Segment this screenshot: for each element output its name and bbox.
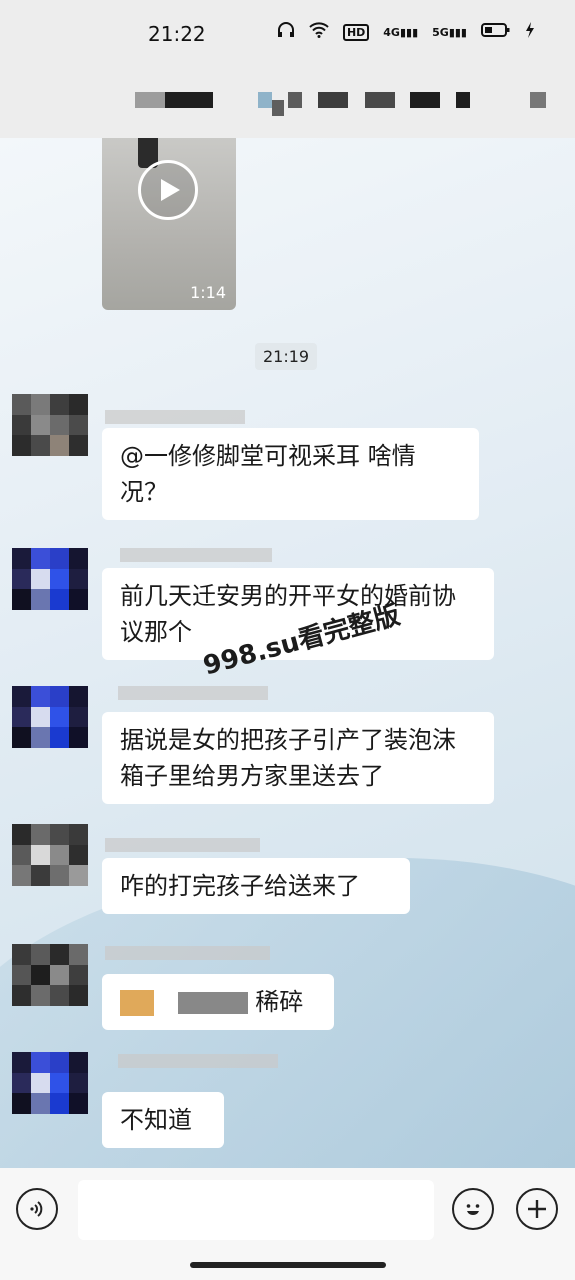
avatar[interactable] — [12, 1052, 88, 1114]
sender-name — [120, 548, 272, 562]
message-text: 稀碎 — [255, 988, 304, 1016]
signal-4g-icon: 4G▮▮▮ — [383, 25, 419, 39]
net2-label: 5G — [432, 25, 449, 39]
censored-title-block — [135, 92, 165, 108]
voice-input-button[interactable] — [16, 1188, 58, 1230]
message-bubble[interactable]: 稀碎 — [102, 974, 334, 1030]
message-bubble[interactable]: 咋的打完孩子给送来了 — [102, 858, 410, 914]
censored-title-block — [410, 92, 440, 108]
censored-title-block — [456, 92, 470, 108]
headphones-icon — [277, 22, 295, 42]
censored-title-block — [288, 92, 302, 108]
censored-title-block — [165, 92, 213, 108]
censored-title-block — [365, 92, 395, 108]
voice-icon — [30, 1201, 43, 1217]
message-bubble[interactable]: 据说是女的把孩子引产了装泡沫箱子里给男方家里送去了 — [102, 712, 494, 804]
play-icon — [161, 179, 180, 201]
battery-icon — [481, 22, 511, 42]
status-bar: 21:22 HD 4G▮▮▮ 5G▮▮▮ — [0, 0, 575, 70]
sender-name — [105, 410, 245, 424]
video-duration: 1:14 — [190, 283, 226, 302]
censored-text — [177, 992, 248, 1014]
sender-name — [105, 838, 260, 852]
video-message[interactable]: 1:14 — [102, 138, 236, 310]
avatar[interactable] — [12, 824, 88, 886]
signal-5g-icon: 5G▮▮▮ — [432, 25, 467, 39]
avatar[interactable] — [12, 394, 88, 456]
message-timestamp: 21:19 — [255, 343, 318, 370]
hd-icon: HD — [342, 23, 370, 41]
chat-title-bar — [0, 70, 575, 138]
message-bubble[interactable]: @一修修脚堂可视采耳 啥情况？ — [102, 428, 479, 520]
avatar[interactable] — [12, 944, 88, 1006]
sender-name — [118, 686, 268, 700]
more-options-icon[interactable] — [530, 92, 546, 108]
avatar[interactable] — [12, 548, 88, 610]
censored-title-block — [318, 92, 348, 108]
censored-title-block — [272, 100, 284, 116]
avatar[interactable] — [12, 686, 88, 748]
sender-name — [105, 946, 270, 960]
censored-title-block — [258, 92, 272, 108]
play-button[interactable] — [138, 160, 198, 220]
sender-name — [118, 1054, 278, 1068]
more-actions-button[interactable] — [516, 1188, 558, 1230]
plus-icon — [528, 1200, 546, 1218]
charging-icon — [525, 22, 535, 42]
status-icons: HD 4G▮▮▮ 5G▮▮▮ — [277, 22, 535, 42]
emoji-icon — [466, 1204, 480, 1215]
net1-label: 4G — [383, 25, 400, 39]
wifi-icon — [309, 22, 329, 42]
status-time: 21:22 — [148, 22, 206, 46]
censored-text — [120, 990, 154, 1016]
emoji-button[interactable] — [452, 1188, 494, 1230]
home-indicator[interactable] — [190, 1262, 386, 1268]
message-input[interactable] — [78, 1180, 434, 1240]
message-bubble[interactable]: 不知道 — [102, 1092, 224, 1148]
